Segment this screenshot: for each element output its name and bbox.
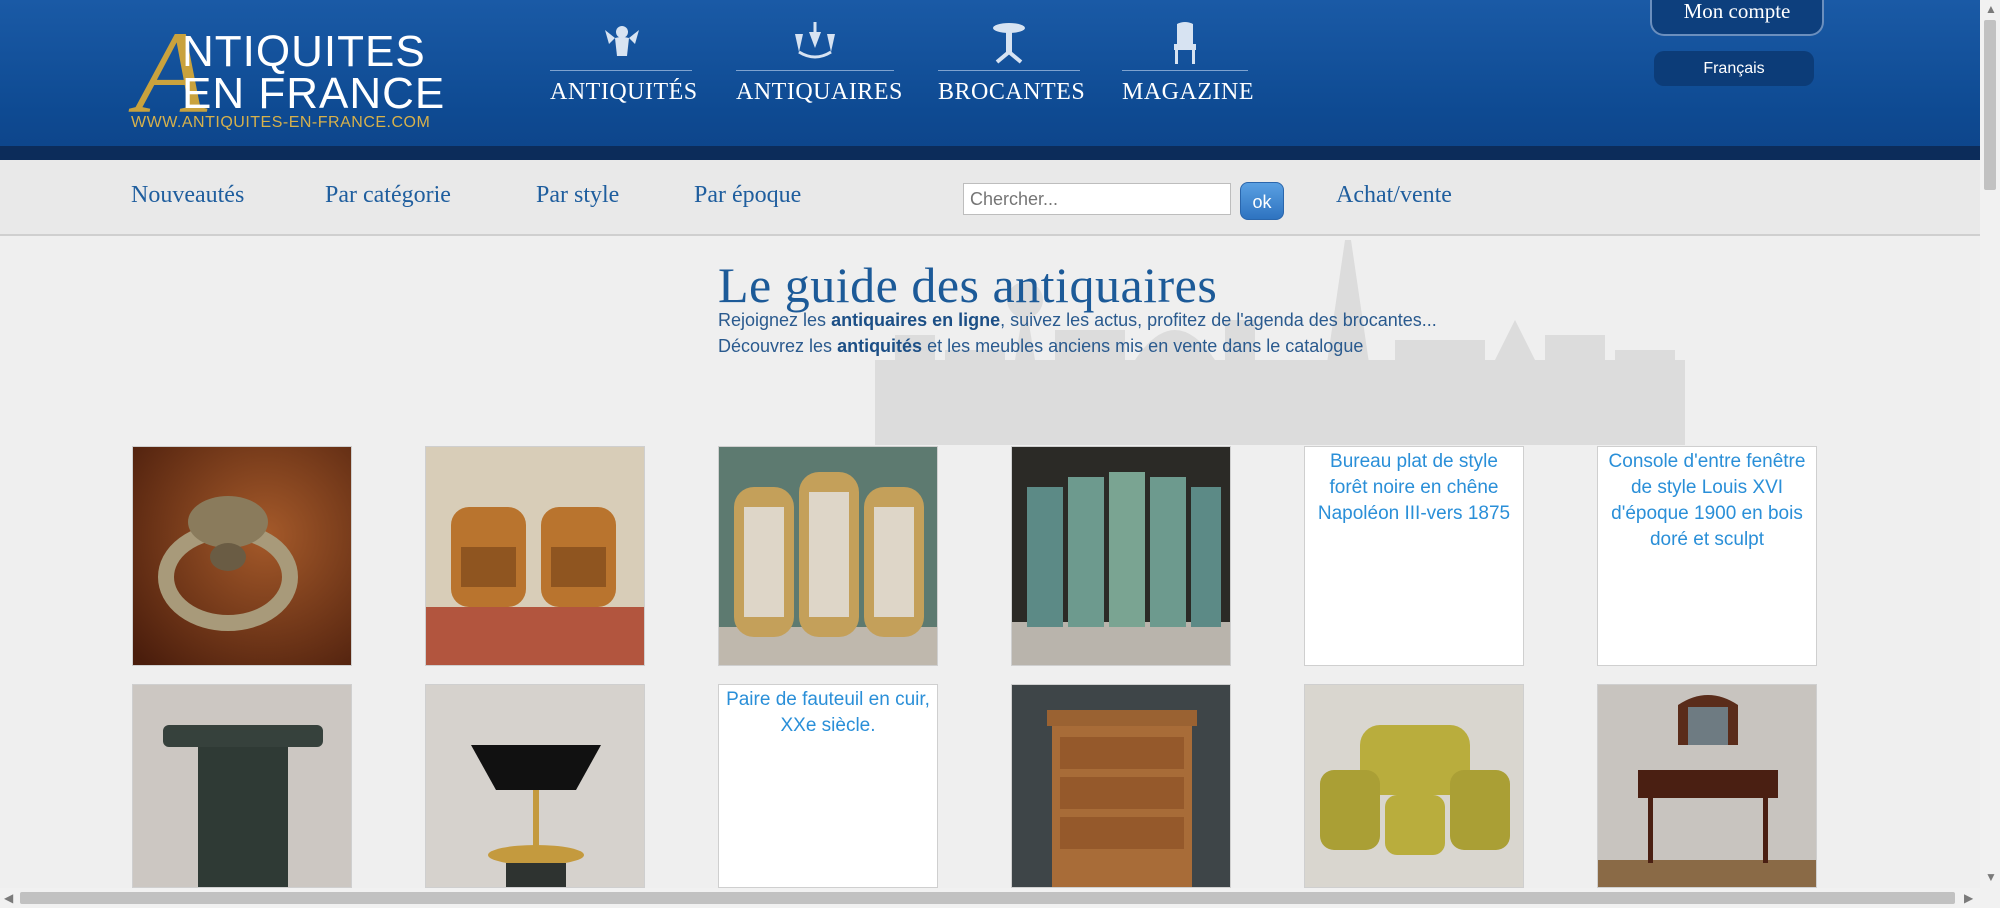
language-selector[interactable]: Français — [1654, 51, 1814, 86]
top-nav-divider — [938, 70, 1080, 71]
top-nav-label: ANTIQUITÉS — [550, 79, 698, 105]
top-nav-antiquaires[interactable]: ANTIQUAIRES — [736, 18, 902, 106]
product-tile[interactable] — [132, 446, 352, 666]
product-tile[interactable] — [132, 684, 352, 888]
top-nav-label: ANTIQUAIRES — [736, 79, 903, 105]
leather-armchairs-icon — [426, 447, 644, 665]
product-tile[interactable]: Bureau plat de style forêt noire en chên… — [1304, 446, 1524, 666]
broken-image-alt: Console d'entre fenêtre de style Louis X… — [1608, 451, 1806, 550]
product-tile[interactable] — [425, 684, 645, 888]
broken-image-alt: Bureau plat de style forêt noire en chên… — [1317, 451, 1511, 524]
scroll-right-icon[interactable]: ▶ — [1964, 891, 1973, 905]
product-tile[interactable] — [1597, 684, 1817, 888]
marble-pedestal-icon — [133, 685, 351, 887]
hero-line-2: Découvrez les antiquités et les meubles … — [718, 336, 1363, 357]
hero-text: Découvrez les — [718, 336, 838, 356]
top-nav-divider — [1122, 70, 1248, 71]
product-tile[interactable] — [1011, 446, 1231, 666]
scroll-left-icon[interactable]: ◀ — [4, 891, 13, 905]
hero-text: Rejoignez les — [718, 310, 832, 330]
product-tile[interactable]: Console d'entre fenêtre de style Louis X… — [1597, 446, 1817, 666]
broken-image-alt: Paire de fauteuil en cuir, XXe siècle. — [726, 689, 930, 736]
product-tile[interactable] — [1011, 684, 1231, 888]
search-button[interactable]: ok — [1240, 182, 1284, 220]
top-nav-brocantes[interactable]: BROCANTES — [938, 18, 1085, 106]
chair-icon — [1174, 22, 1196, 64]
top-nav-divider — [550, 70, 692, 71]
header-bottom-bar — [0, 146, 1980, 160]
hero-text: , suivez les actus, profitez de l'agenda… — [1000, 310, 1437, 330]
dressing-table-icon — [1598, 685, 1816, 887]
subnav-par-style[interactable]: Par style — [536, 182, 619, 209]
sub-nav: Nouveautés Par catégorie Par style Par é… — [0, 160, 1980, 236]
hero-text: et les meubles anciens mis en vente dans… — [922, 336, 1364, 356]
logo-url: WWW.ANTIQUITES-EN-FRANCE.COM — [131, 114, 431, 131]
bronze-handle-icon — [133, 447, 351, 665]
subnav-par-categorie[interactable]: Par catégorie — [325, 182, 451, 209]
gilded-screen-icon — [719, 447, 937, 665]
product-tile[interactable] — [1304, 684, 1524, 888]
top-nav-divider — [736, 70, 894, 71]
scroll-up-icon[interactable]: ▲ — [1985, 2, 1997, 16]
pedestal-table-icon — [993, 23, 1025, 64]
logo-line-1: NTIQUITES — [182, 27, 426, 76]
bouillotte-lamp-icon — [426, 685, 644, 887]
cherub-icon — [605, 26, 639, 56]
subnav-achat-vente[interactable]: Achat/vente — [1336, 182, 1452, 209]
hero-line-1: Rejoignez les antiquaires en ligne, suiv… — [718, 310, 1437, 331]
product-tile[interactable] — [425, 446, 645, 666]
site-logo[interactable]: A NTIQUITES EN FRANCE WWW.ANTIQUITES-EN-… — [130, 14, 450, 132]
product-tile[interactable] — [718, 446, 938, 666]
horizontal-scroll-thumb[interactable] — [20, 892, 1955, 904]
horizontal-scrollbar[interactable]: ◀ ▶ — [0, 888, 1980, 908]
logo-line-2: EN FRANCE — [182, 69, 446, 118]
hero-link-antiquites[interactable]: antiquités — [837, 336, 922, 356]
page-title: Le guide des antiquaires — [718, 257, 1218, 313]
subnav-par-epoque[interactable]: Par époque — [694, 182, 801, 209]
top-nav-magazine[interactable]: MAGAZINE — [1122, 18, 1253, 106]
vertical-scrollbar[interactable]: ▲ ▼ — [1980, 0, 2000, 908]
vertical-scroll-thumb[interactable] — [1984, 20, 1996, 190]
salon-set-icon — [1305, 685, 1523, 887]
product-tile[interactable]: Paire de fauteuil en cuir, XXe siècle. — [718, 684, 938, 888]
painted-screen-icon — [1012, 447, 1230, 665]
search-input[interactable] — [963, 183, 1231, 215]
hero-link-antiquaires[interactable]: antiquaires en ligne — [831, 310, 1000, 330]
top-nav-antiquites[interactable]: ANTIQUITÉS — [550, 18, 697, 106]
top-nav-label: MAGAZINE — [1122, 79, 1254, 105]
scroll-down-icon[interactable]: ▼ — [1985, 870, 1997, 884]
top-nav-label: BROCANTES — [938, 79, 1086, 105]
account-button[interactable]: Mon compte — [1650, 0, 1824, 36]
chandelier-icon — [795, 22, 835, 59]
chest-of-drawers-icon — [1012, 685, 1230, 887]
subnav-nouveautes[interactable]: Nouveautés — [131, 182, 244, 209]
